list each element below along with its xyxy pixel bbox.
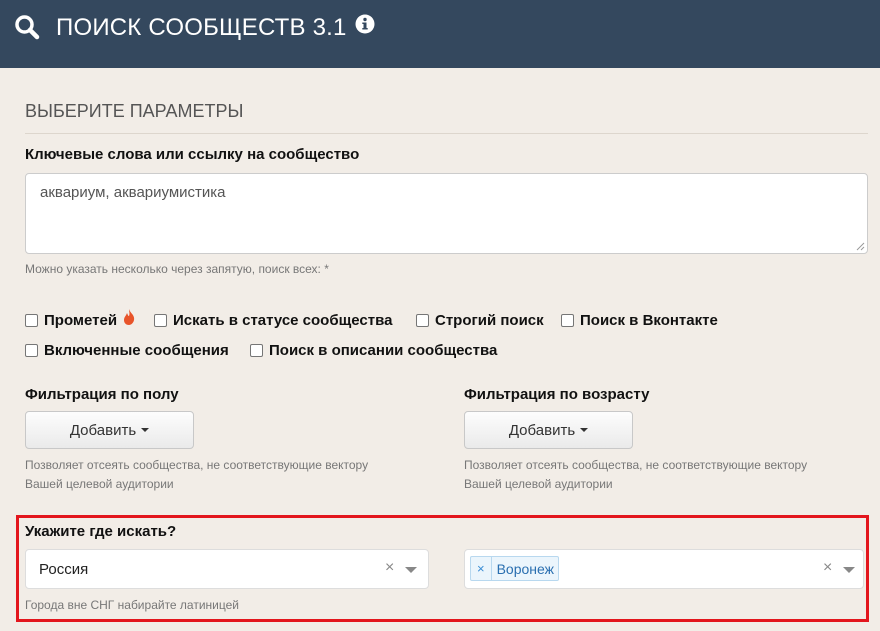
- checkbox[interactable]: [416, 314, 429, 327]
- divider: [25, 133, 868, 134]
- gender-add-button[interactable]: Добавить: [25, 411, 194, 449]
- caret-down-icon: [141, 428, 150, 432]
- keywords-input[interactable]: аквариум, аквариумистика: [25, 173, 868, 254]
- option-enabled-messages[interactable]: Включенные сообщения: [25, 342, 229, 359]
- help-line: Вашей целевой аудитории: [25, 477, 174, 491]
- city-tag-label: Воронеж: [496, 560, 555, 577]
- location-label: Укажите где искать?: [25, 523, 177, 540]
- option-label: Поиск в Вконтакте: [580, 312, 718, 329]
- gender-filter-label: Фильтрация по полу: [25, 386, 179, 403]
- resize-grip-icon[interactable]: [855, 241, 865, 251]
- option-label: Поиск в описании сообщества: [269, 342, 498, 359]
- keywords-value: аквариум, аквариумистика: [40, 184, 226, 201]
- option-label: Строгий поиск: [435, 312, 544, 329]
- remove-tag-icon[interactable]: ×: [471, 557, 492, 580]
- age-filter-label: Фильтрация по возрасту: [464, 386, 650, 403]
- location-help: Города вне СНГ набирайте латиницей: [25, 598, 239, 612]
- dropdown-arrow-icon[interactable]: [405, 567, 417, 573]
- option-label: Прометей: [44, 312, 118, 329]
- gender-filter-help: Позволяет отсеять сообщества, не соответ…: [25, 456, 368, 494]
- app-header: ПОИСК СООБЩЕСТВ 3.1: [0, 0, 880, 68]
- checkbox[interactable]: [561, 314, 574, 327]
- help-line: Вашей целевой аудитории: [464, 477, 613, 491]
- help-line: Позволяет отсеять сообщества, не соответ…: [464, 458, 808, 472]
- option-label: Включенные сообщения: [44, 342, 229, 359]
- option-prometheus[interactable]: Прометей: [25, 308, 135, 329]
- option-status-search[interactable]: Искать в статусе сообщества: [154, 312, 392, 329]
- checkbox[interactable]: [25, 314, 38, 327]
- dropdown-arrow-icon[interactable]: [843, 567, 855, 573]
- clear-country-icon[interactable]: ×: [385, 559, 394, 577]
- city-select[interactable]: × Воронеж ×: [464, 549, 864, 589]
- checkbox[interactable]: [154, 314, 167, 327]
- section-title: ВЫБЕРИТЕ ПАРАМЕТРЫ: [25, 101, 244, 121]
- search-icon: [15, 15, 40, 40]
- help-line: Позволяет отсеять сообщества, не соответ…: [25, 458, 369, 472]
- option-label: Искать в статусе сообщества: [173, 312, 393, 329]
- country-select[interactable]: Россия ×: [25, 549, 429, 589]
- button-label: Добавить: [69, 421, 137, 439]
- page-title: ПОИСК СООБЩЕСТВ 3.1: [56, 14, 347, 41]
- option-description-search[interactable]: Поиск в описании сообщества: [250, 342, 497, 359]
- country-value: Россия: [39, 561, 89, 578]
- checkbox[interactable]: [25, 344, 38, 357]
- checkbox[interactable]: [250, 344, 263, 357]
- info-icon[interactable]: [355, 14, 375, 34]
- fire-icon: [124, 308, 135, 325]
- button-label: Добавить: [508, 421, 576, 439]
- age-add-button[interactable]: Добавить: [464, 411, 633, 449]
- city-tag: × Воронеж: [470, 556, 560, 581]
- age-filter-help: Позволяет отсеять сообщества, не соответ…: [464, 456, 807, 494]
- clear-city-icon[interactable]: ×: [823, 559, 832, 577]
- option-strict-search[interactable]: Строгий поиск: [416, 312, 544, 329]
- caret-down-icon: [580, 428, 589, 432]
- option-vk-search[interactable]: Поиск в Вконтакте: [561, 312, 718, 329]
- keywords-help: Можно указать несколько через запятую, п…: [25, 262, 329, 276]
- keywords-label: Ключевые слова или ссылку на сообщество: [25, 146, 360, 163]
